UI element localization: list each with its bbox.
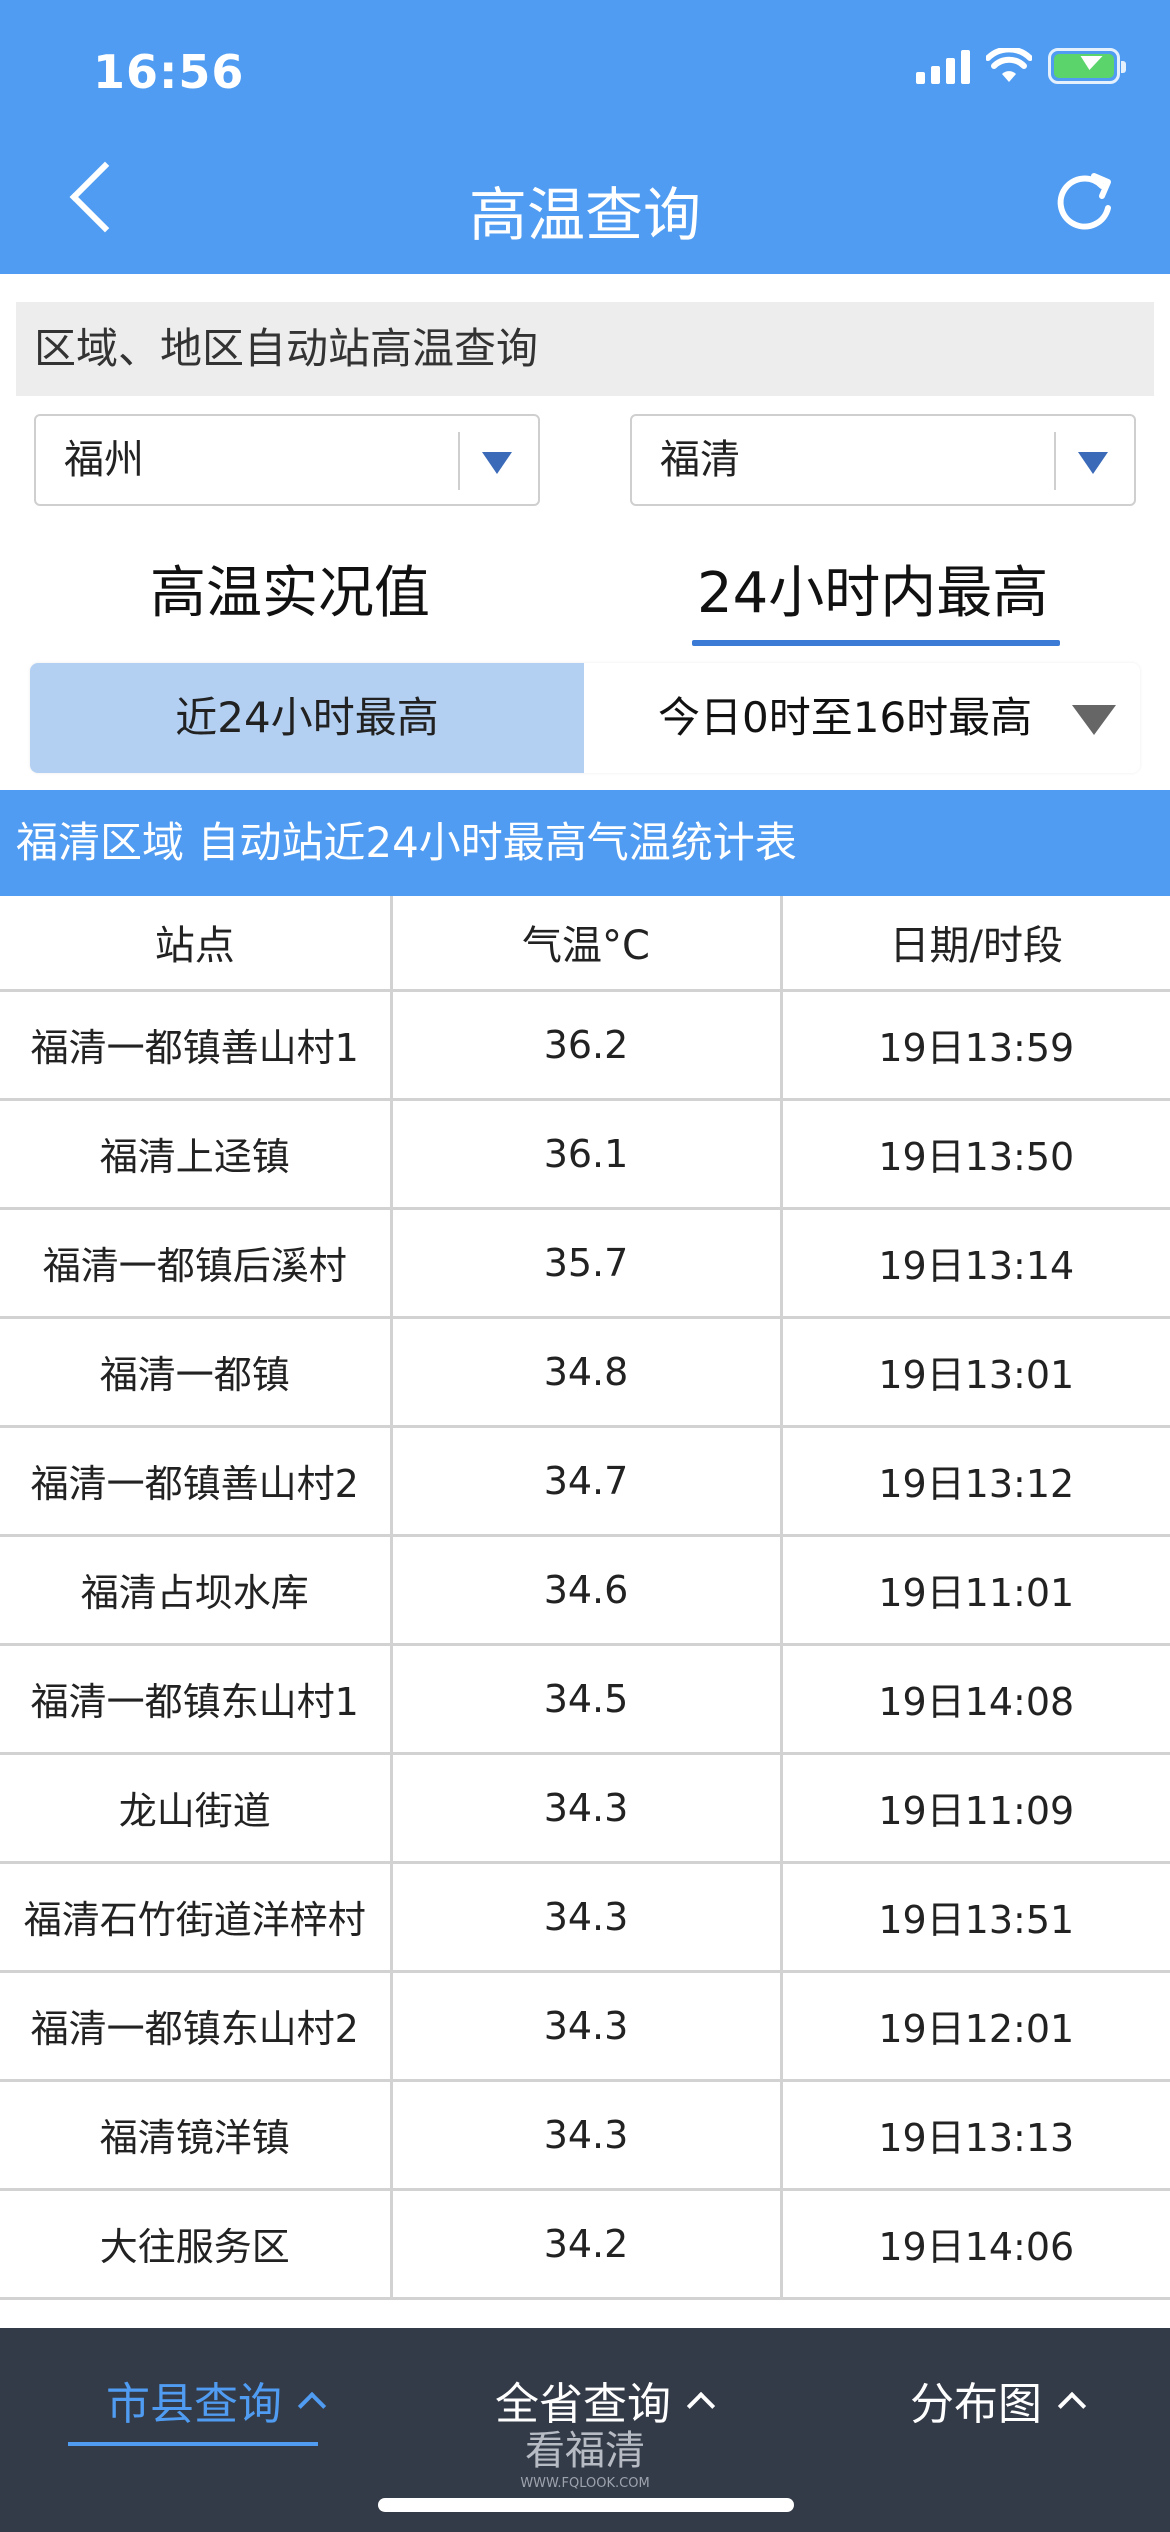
dropdown-triangle-icon <box>1072 705 1116 735</box>
datetime-cell: 19日13:13 <box>781 2080 1170 2191</box>
station-cell: 福清上迳镇 <box>0 1099 393 1210</box>
station-cell: 福清一都镇东山村2 <box>0 1971 393 2082</box>
temperature-table: 站点 气温°C 日期/时段 福清一都镇善山村1 36.2 19日13:59 福清上迳镇… <box>0 896 1170 2300</box>
nav-county-query[interactable]: 市县查询 <box>106 2368 327 2432</box>
chevron-up-icon <box>1057 2391 1087 2421</box>
datetime-cell: 19日12:01 <box>781 1971 1170 2082</box>
temperature-cell: 34.3 <box>391 2080 783 2191</box>
nav-distribution-map[interactable]: 分布图 <box>910 2368 1087 2432</box>
bottom-nav: 市县查询 全省查询 分布图 看福清 WWW.FQLOOK.COM <box>0 2328 1170 2532</box>
city-select-value: 福州 <box>64 437 144 483</box>
nav-county-query-label: 市县查询 <box>106 2379 282 2430</box>
chevron-up-icon <box>297 2391 327 2421</box>
table-row: 福清一都镇 34.8 19日13:01 <box>0 1317 1170 1428</box>
wifi-icon <box>986 48 1032 82</box>
select-divider <box>1054 432 1056 490</box>
temperature-cell: 36.1 <box>391 1099 783 1210</box>
table-row: 福清上迳镇 36.1 19日13:50 <box>0 1099 1170 1210</box>
table-row: 福清一都镇善山村1 36.2 19日13:59 <box>0 990 1170 1101</box>
temperature-cell: 34.7 <box>391 1426 783 1537</box>
segment-last-24h[interactable]: 近24小时最高 <box>30 663 584 773</box>
datetime-cell: 19日14:08 <box>781 1644 1170 1755</box>
station-cell: 福清一都镇善山村1 <box>0 990 393 1101</box>
watermark-url: WWW.FQLOOK.COM <box>520 2476 650 2491</box>
select-divider <box>458 432 460 490</box>
query-section-label: 区域、地区自动站高温查询 <box>16 302 1154 396</box>
page-title: 高温查询 <box>468 181 701 249</box>
temperature-cell: 36.2 <box>391 990 783 1101</box>
refresh-button[interactable] <box>1050 168 1120 238</box>
watermark-text: 看福清 <box>525 2428 645 2474</box>
table-row: 福清一都镇东山村2 34.3 19日12:01 <box>0 1971 1170 2082</box>
table-row: 福清一都镇东山村1 34.5 19日14:08 <box>0 1644 1170 1755</box>
signal-icon <box>916 48 970 84</box>
temperature-cell: 34.2 <box>391 2189 783 2300</box>
chevron-up-icon <box>686 2391 716 2421</box>
dropdown-caret-icon <box>482 452 512 474</box>
datetime-cell: 19日13:51 <box>781 1862 1170 1973</box>
temperature-cell: 34.8 <box>391 1317 783 1428</box>
station-cell: 福清石竹街道洋梓村 <box>0 1862 393 1973</box>
station-cell: 福清占坝水库 <box>0 1535 393 1646</box>
datetime-cell: 19日13:50 <box>781 1099 1170 1210</box>
temperature-cell: 34.6 <box>391 1535 783 1646</box>
station-cell: 大往服务区 <box>0 2189 393 2300</box>
datetime-cell: 19日13:12 <box>781 1426 1170 1537</box>
battery-icon <box>1048 48 1126 84</box>
active-tab-indicator <box>692 640 1060 646</box>
table-row: 大往服务区 34.2 19日14:06 <box>0 2189 1170 2300</box>
station-cell: 福清镜洋镇 <box>0 2080 393 2191</box>
segment-today-label: 今日0时至16时最高 <box>658 693 1033 742</box>
segment-today-dropdown[interactable]: 今日0时至16时最高 <box>584 663 1140 773</box>
datetime-cell: 19日14:06 <box>781 2189 1170 2300</box>
table-row: 福清一都镇善山村2 34.7 19日13:12 <box>0 1426 1170 1537</box>
station-cell: 福清一都镇后溪村 <box>0 1208 393 1319</box>
refresh-icon <box>1057 173 1111 230</box>
status-icons <box>916 48 1126 84</box>
datetime-cell: 19日11:01 <box>781 1535 1170 1646</box>
datetime-cell: 19日13:01 <box>781 1317 1170 1428</box>
nav-active-indicator <box>68 2442 318 2446</box>
county-select-value: 福清 <box>660 437 740 483</box>
nav-distribution-map-label: 分布图 <box>910 2379 1042 2430</box>
temperature-cell: 34.3 <box>391 1753 783 1864</box>
header-datetime: 日期/时段 <box>781 896 1170 992</box>
temperature-cell: 34.3 <box>391 1862 783 1973</box>
table-row: 福清一都镇后溪村 35.7 19日13:14 <box>0 1208 1170 1319</box>
station-cell: 福清一都镇 <box>0 1317 393 1428</box>
table-row: 龙山街道 34.3 19日11:09 <box>0 1753 1170 1864</box>
tab-realtime[interactable]: 高温实况值 <box>150 548 430 629</box>
datetime-cell: 19日11:09 <box>781 1753 1170 1864</box>
watermark-logo: 看福清 WWW.FQLOOK.COM <box>520 2418 650 2491</box>
table-row: 福清占坝水库 34.6 19日11:01 <box>0 1535 1170 1646</box>
datetime-cell: 19日13:14 <box>781 1208 1170 1319</box>
station-cell: 福清一都镇善山村2 <box>0 1426 393 1537</box>
station-cell: 龙山街道 <box>0 1753 393 1864</box>
status-time: 16:56 <box>93 45 245 99</box>
temperature-cell: 35.7 <box>391 1208 783 1319</box>
table-row: 福清石竹街道洋梓村 34.3 19日13:51 <box>0 1862 1170 1973</box>
temperature-cell: 34.3 <box>391 1971 783 2082</box>
temperature-cell: 34.5 <box>391 1644 783 1755</box>
header-bar: 16:56 高温查询 <box>0 0 1170 274</box>
header-temperature: 气温°C <box>391 896 783 992</box>
dropdown-caret-icon <box>1078 452 1108 474</box>
table-header-row: 站点 气温°C 日期/时段 <box>0 896 1170 992</box>
table-row: 福清镜洋镇 34.3 19日13:13 <box>0 2080 1170 2191</box>
home-indicator <box>378 2498 794 2512</box>
table-title: 福清区域 自动站近24小时最高气温统计表 <box>0 790 1170 896</box>
station-cell: 福清一都镇东山村1 <box>0 1644 393 1755</box>
city-select[interactable]: 福州 <box>34 414 540 506</box>
tab-24h-max[interactable]: 24小时内最高 <box>697 548 1048 629</box>
county-select[interactable]: 福清 <box>630 414 1136 506</box>
datetime-cell: 19日13:59 <box>781 990 1170 1101</box>
header-station: 站点 <box>0 896 393 992</box>
